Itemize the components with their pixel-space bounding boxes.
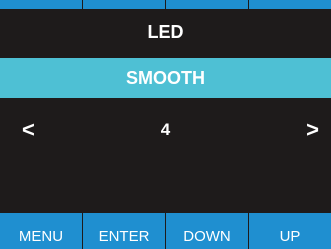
bottom-button-bar: MENU ENTER DOWN UP: [0, 213, 331, 249]
top-button-strip: [0, 0, 331, 9]
menu-button[interactable]: MENU: [0, 213, 83, 249]
selected-value: 4: [160, 120, 171, 139]
device-screen: LED SMOOTH < 4 > MENU ENTER DOWN UP: [0, 0, 331, 249]
up-button[interactable]: UP: [249, 213, 331, 249]
value-selector: < 4 >: [0, 116, 331, 144]
top-strip-segment: [0, 0, 83, 9]
top-strip-segment: [83, 0, 166, 9]
mode-selection-bar[interactable]: SMOOTH: [0, 58, 331, 98]
top-strip-segment: [249, 0, 331, 9]
mode-label: SMOOTH: [126, 67, 205, 88]
top-strip-segment: [166, 0, 249, 9]
next-arrow-icon[interactable]: >: [306, 116, 319, 144]
enter-button[interactable]: ENTER: [83, 213, 166, 249]
screen-title: LED: [147, 22, 184, 42]
down-button[interactable]: DOWN: [166, 213, 249, 249]
